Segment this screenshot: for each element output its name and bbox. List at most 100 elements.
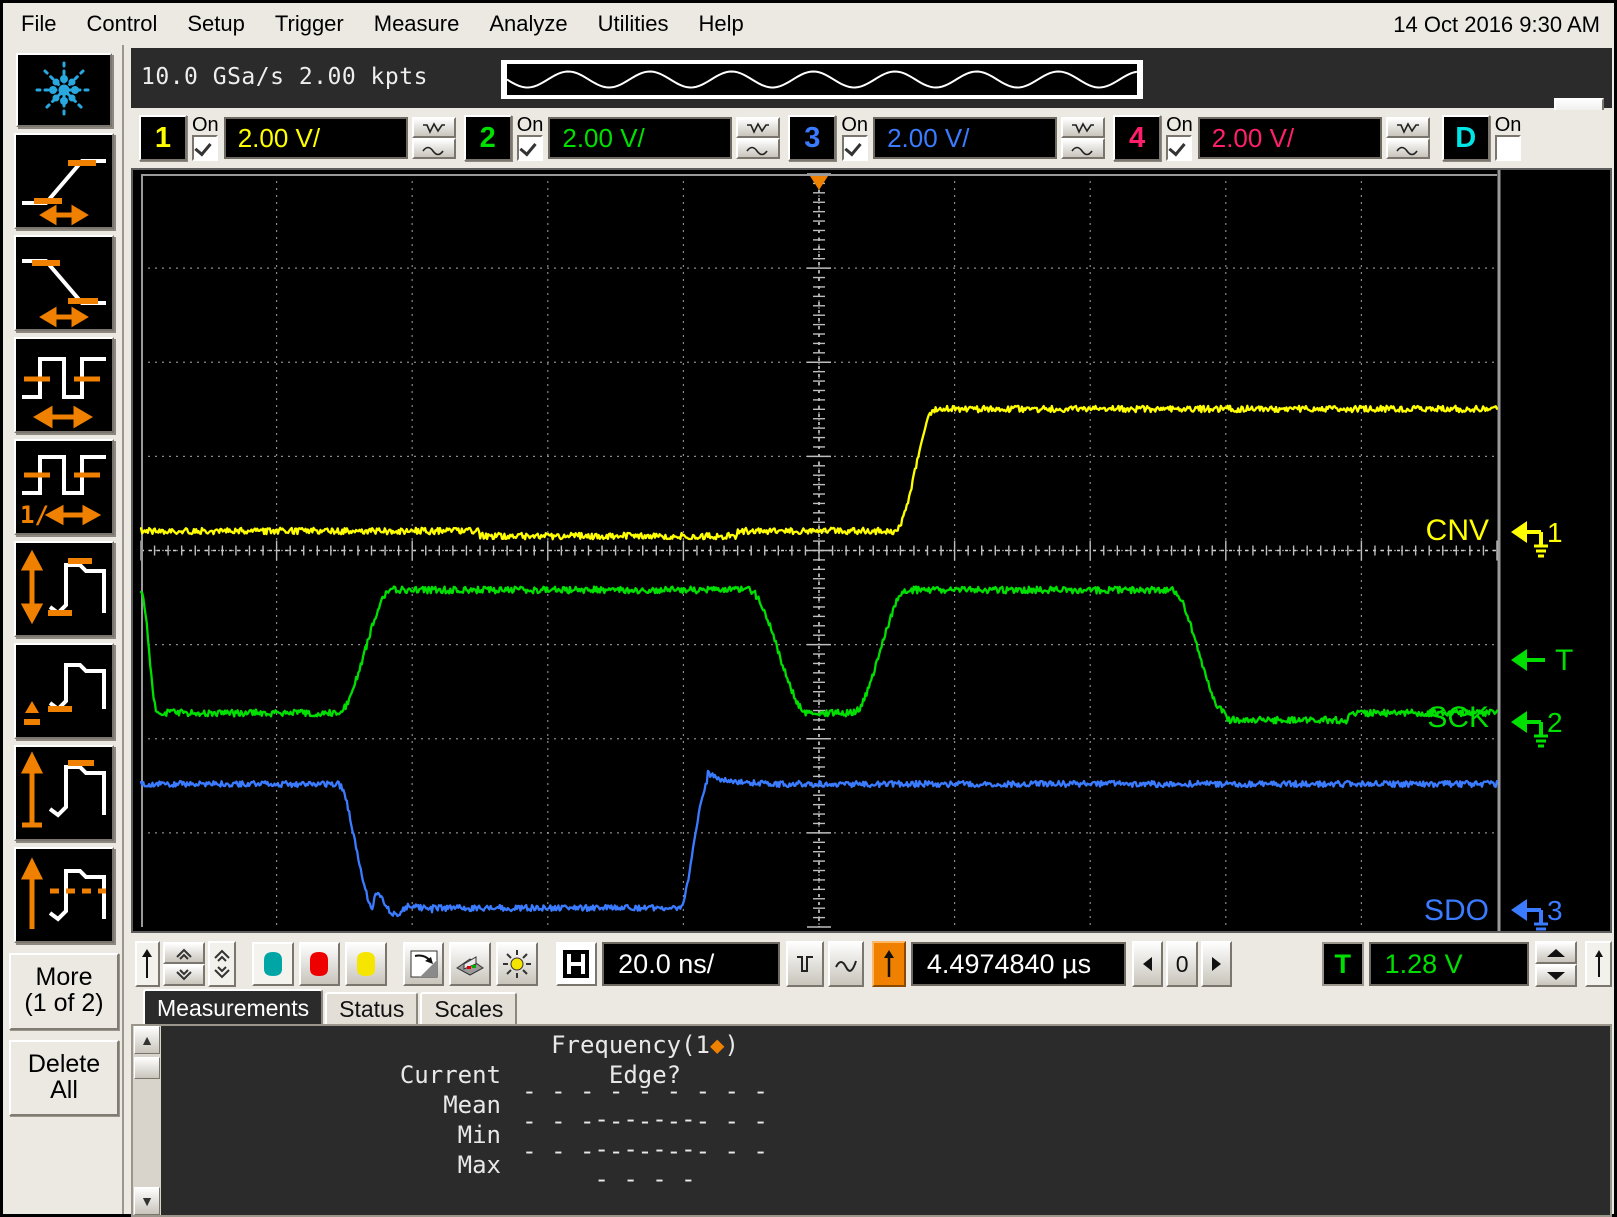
svg-text:1: 1: [1547, 517, 1563, 548]
channel-3-dc-coupling-icon[interactable]: [1061, 117, 1106, 138]
bottom-toolbar: 20.0 ns/ 4.4974840 µs 0 T 1.28 V: [131, 935, 1612, 993]
waveform-display[interactable]: CNVSCKSDOBUSY1234T: [131, 168, 1612, 933]
horizontal-timebase-icon-button[interactable]: [555, 942, 598, 986]
trigger-find-level-button[interactable]: [1585, 941, 1612, 987]
base-level-icon-button[interactable]: [14, 643, 114, 739]
trigger-level-steppers: [1535, 941, 1578, 987]
clear-display-icon-button[interactable]: [402, 942, 445, 986]
scroll-up-button[interactable]: [162, 942, 205, 964]
menu-item-utilities[interactable]: Utilities: [583, 9, 684, 39]
more-button[interactable]: More (1 of 2): [9, 953, 119, 1030]
trigger-badge[interactable]: T: [1321, 942, 1364, 986]
channel-4-scale-field[interactable]: 2.00 V/: [1197, 117, 1382, 159]
channel-2-dc-coupling-icon[interactable]: [736, 117, 781, 138]
more-button-line2: (1 of 2): [24, 989, 104, 1018]
svg-text:SCK: SCK: [1427, 701, 1489, 734]
delete-all-line1: Delete: [27, 1049, 101, 1078]
display-brightness-icon-button[interactable]: [496, 942, 538, 986]
trigger-level-field[interactable]: 1.28 V: [1368, 942, 1530, 986]
channel-3-checkbox[interactable]: [841, 134, 868, 161]
memory-navigator[interactable]: [501, 60, 1143, 99]
timebase-scale-field[interactable]: 20.0 ns/: [602, 942, 780, 986]
channel-1-on-toggle[interactable]: On: [192, 115, 219, 161]
channel-1-scale-field[interactable]: 2.00 V/: [223, 117, 408, 159]
delay-reference-icon-button[interactable]: [871, 941, 906, 987]
roll-mode-icon-button[interactable]: [827, 941, 864, 987]
channel-3-button[interactable]: 3: [788, 115, 837, 161]
row-value-max: - - - - - - - - - - - - -: [522, 1137, 768, 1193]
menu-item-control[interactable]: Control: [71, 9, 172, 39]
measurements-scroll-up-button[interactable]: ▲: [134, 1026, 160, 1054]
period-frequency-icon-button[interactable]: 1/: [14, 439, 114, 535]
rise-time-icon-button[interactable]: [14, 133, 114, 229]
measurements-scroll-down-button[interactable]: ▼: [134, 1187, 160, 1215]
tab-measurements[interactable]: Measurements: [143, 989, 324, 1025]
measurement-column-header-text: Frequency(1: [551, 1031, 711, 1059]
channel-2-button[interactable]: 2: [463, 115, 512, 161]
delay-value-field[interactable]: 4.4974840 µs: [910, 942, 1127, 986]
delay-step-field[interactable]: 0: [1166, 941, 1198, 987]
row-label-current: Current: [399, 1061, 501, 1089]
channel-2-scale-field[interactable]: 2.00 V/: [548, 117, 733, 159]
autoscale-arrow-icon-button[interactable]: [135, 941, 160, 987]
channel-2-on-toggle[interactable]: On: [516, 113, 544, 161]
channel-2-on-label: On: [516, 113, 544, 136]
svg-text:T: T: [1555, 644, 1573, 677]
channel-4-ac-coupling-icon[interactable]: [1385, 138, 1430, 159]
channel-1-dc-coupling-icon[interactable]: [411, 117, 456, 138]
oscilloscope-window: File Control Setup Trigger Measure Analy…: [0, 0, 1617, 1217]
measurements-scroll-thumb[interactable]: [134, 1057, 160, 1079]
channel-page-indicator[interactable]: [207, 941, 237, 987]
channel-4-dc-coupling-icon[interactable]: [1385, 117, 1430, 138]
channel-2-ac-coupling-icon[interactable]: [736, 138, 781, 159]
measurements-header-row: Frequency(1◆): [161, 1030, 1610, 1060]
channel-4-on-toggle[interactable]: On: [1166, 115, 1193, 161]
channel-1-button[interactable]: 1: [139, 115, 187, 161]
table-row: Current Edge?: [161, 1060, 1610, 1090]
scroll-down-button[interactable]: [162, 964, 205, 986]
tab-status[interactable]: Status: [325, 992, 419, 1025]
channel-3-on-toggle[interactable]: On: [841, 115, 868, 161]
channel-3-scale-value: 2.00 V/: [887, 122, 970, 153]
channel-3-scale-field[interactable]: 2.00 V/: [873, 117, 1058, 159]
digital-on-toggle[interactable]: On: [1495, 115, 1522, 161]
channel-1-ac-coupling-icon[interactable]: [411, 138, 456, 159]
trigger-level-up-button[interactable]: [1535, 941, 1578, 964]
run-button[interactable]: [252, 942, 294, 986]
trigger-level-down-button[interactable]: [1535, 964, 1578, 987]
menu-item-file[interactable]: File: [6, 9, 71, 39]
stop-button[interactable]: [298, 942, 341, 986]
print-icon-button[interactable]: [449, 942, 491, 986]
trigger-badge-label: T: [1334, 948, 1352, 979]
channel-4-checkbox[interactable]: [1166, 134, 1193, 161]
average-level-icon-button[interactable]: [14, 847, 114, 943]
keysight-star-logo-button[interactable]: [16, 53, 112, 127]
more-button-line1: More: [35, 963, 93, 991]
menu-item-help[interactable]: Help: [684, 9, 759, 39]
row-label-min: Min: [457, 1121, 501, 1149]
channel-4-button[interactable]: 4: [1113, 115, 1162, 161]
channel-2-checkbox[interactable]: [517, 134, 544, 161]
fall-time-icon-button[interactable]: [14, 235, 114, 331]
delete-all-button[interactable]: Delete All: [9, 1039, 119, 1116]
amplitude-icon-button[interactable]: [14, 745, 114, 841]
digital-checkbox[interactable]: [1495, 134, 1522, 161]
delay-previous-button[interactable]: [1132, 941, 1164, 987]
channel-3-ac-coupling-icon[interactable]: [1061, 138, 1106, 159]
delayed-sweep-icon-button[interactable]: [785, 941, 824, 987]
tab-scales[interactable]: Scales: [420, 992, 518, 1025]
measurements-scrollbar[interactable]: ▲ ▼: [133, 1026, 161, 1215]
sample-rate-label: 10.0 GSa/s 2.00 kpts: [141, 64, 428, 90]
menu-item-setup[interactable]: Setup: [172, 9, 260, 39]
single-button[interactable]: [345, 942, 387, 986]
menu-item-trigger[interactable]: Trigger: [260, 9, 359, 39]
channel-1-checkbox[interactable]: [192, 134, 219, 161]
delay-next-button[interactable]: [1200, 941, 1232, 987]
trigger-level-value: 1.28 V: [1384, 948, 1463, 979]
menu-item-analyze[interactable]: Analyze: [474, 9, 582, 39]
menu-item-measure[interactable]: Measure: [359, 9, 475, 39]
channel-3-number: 3: [804, 121, 821, 154]
positive-pulse-width-icon-button[interactable]: [14, 337, 114, 433]
digital-channels-button[interactable]: D: [1441, 115, 1490, 161]
peak-to-peak-icon-button[interactable]: [14, 541, 114, 637]
